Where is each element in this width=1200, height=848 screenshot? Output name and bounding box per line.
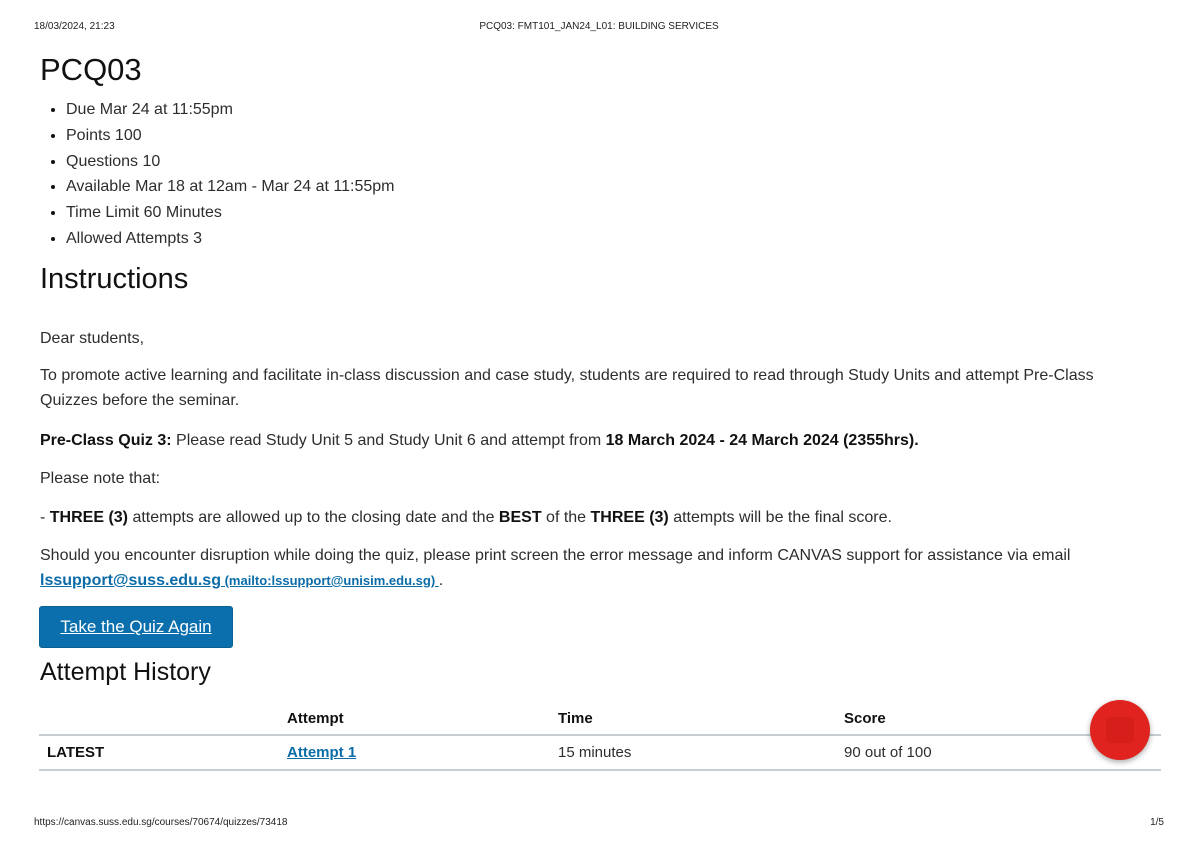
instructions-heading: Instructions (40, 263, 189, 295)
note-paragraph: Please note that: (40, 470, 161, 487)
active-learning-paragraph: To promote active learning and facilitat… (40, 367, 1094, 409)
detail-points: Points 100 (66, 126, 394, 152)
detail-available: Available Mar 18 at 12am - Mar 24 at 11:… (66, 177, 394, 203)
table-row: LATEST Attempt 1 15 minutes 90 out of 10… (39, 735, 1161, 771)
column-header-attempt: Attempt (279, 702, 550, 736)
print-header: 18/03/2024, 21:23 PCQ03: FMT101_JAN24_L0… (34, 21, 1164, 35)
table-header-row: Attempt Time Score (39, 702, 1161, 736)
support-email-link[interactable]: lssupport@suss.edu.sg (mailto:lssupport@… (40, 572, 439, 589)
take-quiz-again-button[interactable]: Take the Quiz Again (39, 606, 233, 648)
support-paragraph: Should you encounter disruption while do… (40, 543, 1150, 593)
greeting: Dear students, (40, 330, 145, 347)
column-header-time: Time (550, 702, 836, 736)
detail-questions: Questions 10 (66, 152, 394, 178)
attempt-time: 15 minutes (550, 735, 836, 771)
detail-time-limit: Time Limit 60 Minutes (66, 203, 394, 229)
detail-due: Due Mar 24 at 11:55pm (66, 100, 394, 126)
quiz-label: Pre-Class Quiz 3: (40, 432, 172, 449)
help-chat-icon[interactable] (1090, 700, 1150, 760)
support-end: . (438, 572, 444, 589)
quiz-dates: 18 March 2024 - 24 March 2024 (2355hrs). (605, 432, 919, 449)
quiz-schedule-text: Please read Study Unit 5 and Study Unit … (171, 432, 606, 449)
print-url: https://canvas.suss.edu.sg/courses/70674… (34, 817, 288, 828)
support-text: Should you encounter disruption while do… (40, 547, 1071, 564)
print-footer: https://canvas.suss.edu.sg/courses/70674… (34, 817, 1164, 831)
quiz-schedule-paragraph: Pre-Class Quiz 3: Please read Study Unit… (40, 428, 1150, 453)
attempts-of: of the (541, 509, 591, 526)
attempt-link[interactable]: Attempt 1 (287, 744, 356, 761)
help-chat-icon-glyph (1106, 717, 1134, 743)
quiz-details-list: Due Mar 24 at 11:55pm Points 100 Questio… (40, 100, 394, 255)
print-page-title: PCQ03: FMT101_JAN24_L01: BUILDING SERVIC… (479, 21, 719, 32)
attempts-three: THREE (3) (49, 509, 129, 526)
quiz-title: PCQ03 (40, 52, 142, 87)
support-mailto: (mailto:lssupport@unisim.edu.sg) (220, 573, 439, 588)
attempts-best: BEST (498, 509, 542, 526)
attempts-prefix: - (40, 509, 50, 526)
support-email: lssupport@suss.edu.sg (40, 572, 221, 589)
attempts-mid: attempts are allowed up to the closing d… (128, 509, 499, 526)
attempt-history-table: Attempt Time Score LATEST Attempt 1 15 m… (39, 702, 1161, 771)
attempts-paragraph: - THREE (3) attempts are allowed up to t… (40, 505, 1150, 530)
attempts-suffix: attempts will be the final score. (668, 509, 892, 526)
detail-allowed-attempts: Allowed Attempts 3 (66, 229, 394, 255)
print-page-number: 1/5 (1150, 817, 1164, 828)
attempts-three-second: THREE (3) (590, 509, 669, 526)
attempt-history-heading: Attempt History (40, 658, 211, 686)
column-header-label (39, 702, 279, 736)
latest-label: LATEST (39, 735, 279, 771)
